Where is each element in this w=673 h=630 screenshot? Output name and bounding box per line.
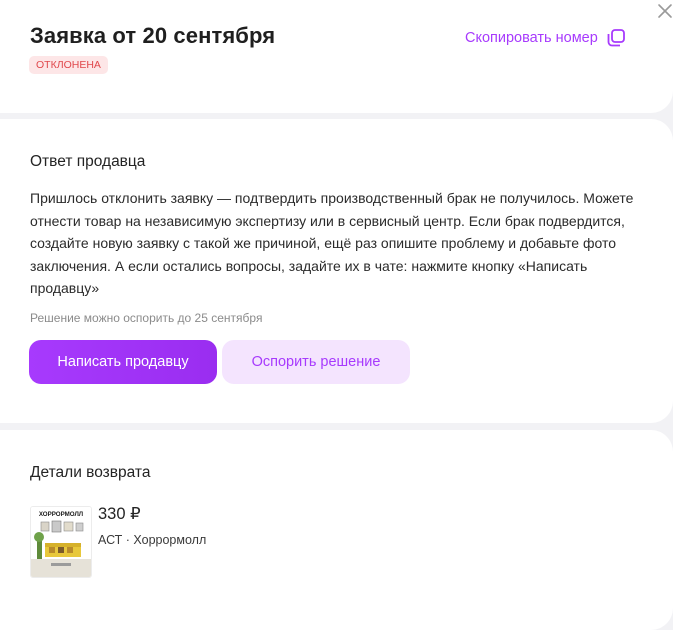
seller-answer-card: Ответ продавца Пришлось отклонить заявку… xyxy=(0,119,673,423)
book-cover-title: ХОРРОРМОЛЛ xyxy=(39,511,83,518)
product-meta: АСТ · Хоррормолл xyxy=(98,533,207,547)
copy-icon xyxy=(605,27,627,49)
close-button[interactable] xyxy=(656,2,673,22)
page-title: Заявка от 20 сентября xyxy=(30,23,276,48)
write-seller-button[interactable]: Написать продавцу xyxy=(29,340,217,384)
book-cover-illustration: ХОРРОРМОЛЛ xyxy=(31,507,91,577)
dispute-decision-button[interactable]: Оспорить решение xyxy=(222,340,410,384)
return-details-heading: Детали возврата xyxy=(30,464,151,481)
copy-number-label: Скопировать номер xyxy=(465,30,598,46)
seller-answer-heading: Ответ продавца xyxy=(30,153,146,170)
close-icon xyxy=(656,4,673,24)
request-header-card: Заявка от 20 сентября ОТКЛОНЕНА Скопиров… xyxy=(0,0,673,113)
seller-answer-text: Пришлось отклонить заявку — подтвердить … xyxy=(30,190,634,296)
copy-number-button[interactable]: Скопировать номер xyxy=(465,27,627,49)
status-badge: ОТКЛОНЕНА xyxy=(29,56,108,74)
product-price: 330 ₽ xyxy=(98,505,141,523)
product-image[interactable]: ХОРРОРМОЛЛ xyxy=(30,506,92,578)
return-details-card: Детали возврата ХОРРОРМОЛЛ 330 ₽ АСТ · Х… xyxy=(0,430,673,630)
dispute-deadline-note: Решение можно оспорить до 25 сентября xyxy=(30,311,263,325)
